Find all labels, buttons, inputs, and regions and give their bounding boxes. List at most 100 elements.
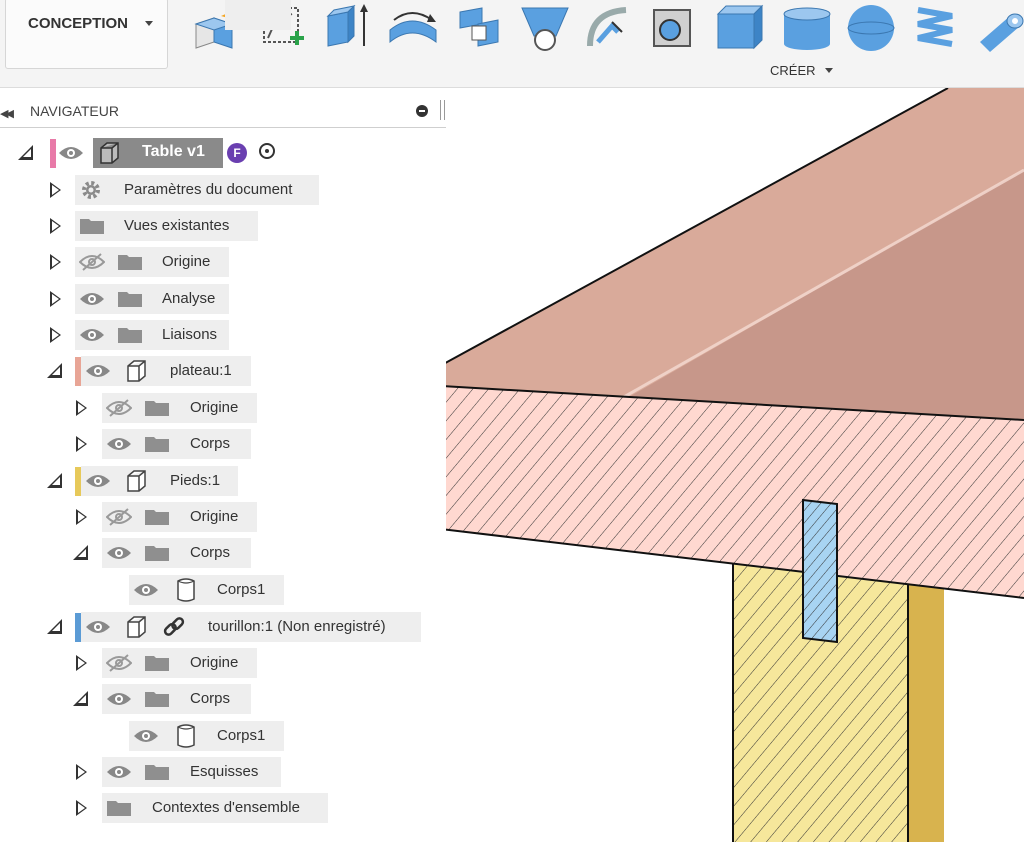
tree-item-label: Esquisses: [190, 763, 259, 780]
tree-item-label: tourillon:1 (Non enregistré): [208, 618, 386, 635]
root-component-label: Table v1: [142, 143, 205, 160]
component-icon: [123, 359, 149, 388]
dowel-body: [802, 498, 838, 644]
body-icon: [175, 723, 197, 754]
eye-hidden-icon[interactable]: [105, 399, 133, 422]
file-badge-icon: F: [227, 143, 247, 163]
eye-icon[interactable]: [133, 582, 159, 603]
tree-item-label: Corps: [190, 435, 231, 452]
eye-icon[interactable]: [85, 473, 111, 494]
expand-arrow-icon[interactable]: [50, 182, 61, 198]
expand-arrow-icon[interactable]: [76, 655, 87, 671]
eye-icon[interactable]: [85, 363, 111, 384]
folder-icon: [79, 217, 105, 240]
folder-icon: [144, 544, 170, 567]
root-actions: [225, 0, 291, 30]
expand-arrow-icon[interactable]: [76, 436, 87, 452]
expand-arrow-icon[interactable]: [50, 254, 61, 270]
tree-item-label: Vues existantes: [124, 217, 230, 234]
rib-icon[interactable]: [582, 2, 636, 54]
tree-item-label: Corps1: [217, 581, 266, 598]
workspace-label: CONCEPTION: [28, 15, 129, 32]
tree-item-label: Corps1: [217, 727, 266, 744]
component-icon: [123, 469, 149, 498]
cylinder-icon[interactable]: [780, 2, 834, 54]
expand-arrow-icon[interactable]: [76, 509, 87, 525]
eye-icon[interactable]: [85, 619, 111, 640]
tree-item-label: Corps: [190, 690, 231, 707]
folder-icon: [144, 508, 170, 531]
eye-icon[interactable]: [79, 327, 105, 348]
component-icon: [123, 615, 149, 644]
3d-viewport[interactable]: [403, 87, 1024, 842]
tree-item-label: Contextes d'ensemble: [152, 799, 300, 816]
link-icon: [161, 615, 187, 644]
eye-icon[interactable]: [79, 291, 105, 312]
tree-item-label: Origine: [190, 399, 239, 416]
collapse-arrow-icon[interactable]: [47, 619, 62, 634]
table-model-view: [403, 87, 1024, 842]
component-icon: [96, 141, 122, 170]
folder-icon: [144, 763, 170, 786]
collapse-left-icon[interactable]: ◀◀: [0, 107, 14, 120]
expand-arrow-icon[interactable]: [50, 327, 61, 343]
leg-body: [732, 560, 944, 842]
eye-icon[interactable]: [106, 545, 132, 566]
eye-icon[interactable]: [106, 436, 132, 457]
folder-icon: [144, 654, 170, 677]
tree-item-label: Origine: [162, 253, 211, 270]
collapse-arrow-icon[interactable]: [73, 545, 88, 560]
body-icon: [175, 577, 197, 608]
minimize-icon[interactable]: [416, 105, 428, 117]
folder-icon: [117, 326, 143, 349]
collapse-arrow-icon[interactable]: [47, 363, 62, 378]
tree-item-label: Liaisons: [162, 326, 218, 343]
component-color-swatch: [50, 139, 56, 168]
gear-icon: [79, 178, 103, 207]
tree-item-label: Origine: [190, 508, 239, 525]
shell-icon[interactable]: [648, 2, 702, 54]
box-icon[interactable]: [714, 2, 768, 54]
expand-arrow-icon[interactable]: [76, 800, 87, 816]
collapse-arrow-icon[interactable]: [47, 473, 62, 488]
eye-hidden-icon[interactable]: [78, 253, 106, 276]
tree-item-label: plateau:1: [170, 362, 232, 379]
toolbar: CONCEPTION CRÉER: [0, 0, 1024, 88]
tree-item-label: Corps: [190, 544, 231, 561]
expand-arrow-icon[interactable]: [50, 218, 61, 234]
collapse-arrow-icon[interactable]: [18, 145, 33, 160]
extrude-icon[interactable]: [322, 2, 376, 54]
chevron-down-icon[interactable]: [825, 68, 833, 73]
create-group-label[interactable]: CRÉER: [770, 63, 816, 78]
folder-icon: [117, 253, 143, 276]
expand-arrow-icon[interactable]: [76, 400, 87, 416]
loft-icon[interactable]: [518, 2, 572, 54]
revolve-icon[interactable]: [386, 2, 440, 54]
eye-icon[interactable]: [106, 764, 132, 785]
eye-icon[interactable]: [106, 691, 132, 712]
eye-hidden-icon[interactable]: [105, 508, 133, 531]
folder-icon: [144, 690, 170, 713]
panel-grip-icon[interactable]: [440, 100, 445, 120]
folder-icon: [144, 399, 170, 422]
workspace-dropdown[interactable]: CONCEPTION: [5, 0, 168, 69]
tree-item-label: Analyse: [162, 290, 216, 307]
pipe-icon[interactable]: [972, 2, 1024, 54]
coil-icon[interactable]: [908, 2, 962, 54]
eye-icon[interactable]: [133, 728, 159, 749]
collapse-arrow-icon[interactable]: [73, 691, 88, 706]
tree-item-label: Paramètres du document: [124, 181, 293, 198]
tree-item-label: Pieds:1: [170, 472, 221, 489]
eye-hidden-icon[interactable]: [105, 654, 133, 677]
activate-radio-icon[interactable]: [259, 143, 275, 159]
expand-arrow-icon[interactable]: [50, 291, 61, 307]
folder-icon: [117, 290, 143, 313]
eye-icon[interactable]: [58, 145, 84, 166]
expand-arrow-icon[interactable]: [76, 764, 87, 780]
folder-icon: [144, 435, 170, 458]
folder-icon: [106, 799, 132, 822]
sphere-icon[interactable]: [844, 2, 898, 54]
sweep-icon[interactable]: [452, 2, 506, 54]
navigator-title: NAVIGATEUR: [30, 103, 119, 119]
chevron-down-icon: [145, 21, 153, 26]
